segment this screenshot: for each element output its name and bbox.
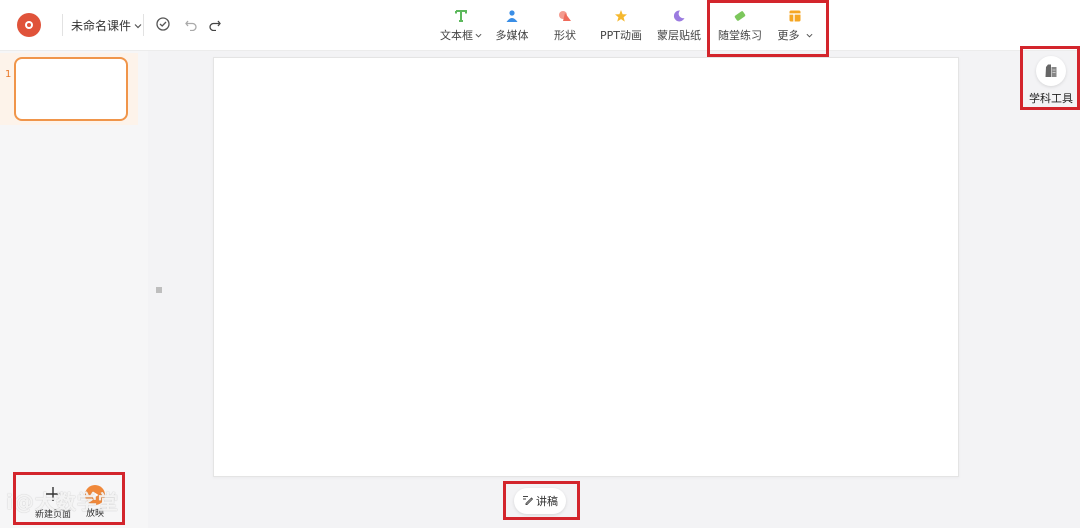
exercise-label: 随堂练习	[718, 29, 762, 42]
sticker-icon	[672, 9, 686, 23]
chevron-down-icon	[806, 33, 812, 38]
new-page-button[interactable]: 新建页面	[31, 485, 75, 520]
multimedia-icon	[505, 9, 519, 23]
speaker-notes-button[interactable]: 讲稿	[514, 488, 566, 514]
chevron-down-icon	[134, 19, 142, 33]
more-icon	[788, 9, 802, 23]
document-title: 未命名课件	[71, 19, 132, 33]
more-tool[interactable]: 更多	[764, 9, 826, 45]
slide-thumbnail-row[interactable]: 1	[0, 53, 138, 125]
play-icon	[85, 485, 105, 505]
ppt-animation-tool[interactable]: PPT动画	[590, 9, 652, 45]
play-label: 放映	[85, 509, 104, 519]
text-icon	[454, 9, 468, 23]
exercise-icon	[733, 9, 747, 23]
notes-edit-icon	[522, 494, 534, 508]
animation-icon	[614, 9, 628, 23]
slide-number: 1	[5, 69, 12, 80]
app-logo-icon[interactable]	[17, 13, 41, 37]
redo-icon[interactable]	[207, 16, 223, 32]
undo-icon[interactable]	[183, 16, 199, 32]
ppt-animation-label: PPT动画	[600, 29, 642, 42]
subject-tools-button[interactable]: 学科工具	[1026, 56, 1076, 106]
shape-icon	[558, 9, 572, 23]
subject-tools-label: 学科工具	[1029, 92, 1073, 105]
textbox-label: 文本框	[440, 29, 473, 42]
save-check-icon[interactable]	[155, 16, 171, 32]
shape-tool[interactable]: 形状	[534, 9, 596, 45]
sticker-label: 蒙层贴纸	[657, 29, 701, 42]
new-page-label: 新建页面	[34, 510, 71, 520]
multimedia-label: 多媒体	[495, 29, 529, 42]
slide-actions: 新建页面 放映	[0, 475, 148, 528]
more-label: 更多	[777, 29, 800, 42]
sticker-tool[interactable]: 蒙层贴纸	[648, 9, 710, 45]
slide-thumbnail[interactable]	[14, 57, 128, 121]
panel-collapse-icon[interactable]	[154, 285, 164, 295]
divider	[62, 14, 63, 36]
subject-tools-icon	[1036, 56, 1066, 86]
document-title-dropdown[interactable]: 未命名课件	[71, 17, 142, 34]
top-toolbar: 未命名课件 文本框 多媒体 形状 PPT动画 蒙层贴纸 随堂练习 更多	[0, 0, 1080, 51]
shape-label: 形状	[554, 29, 576, 42]
exercise-tool[interactable]: 随堂练习	[709, 9, 771, 45]
notes-label: 讲稿	[536, 495, 558, 508]
play-button[interactable]: 放映	[73, 485, 117, 519]
plus-icon	[44, 485, 62, 506]
slide-thumbnail-panel: 1 新建页面 放映	[0, 51, 148, 528]
slide-canvas[interactable]	[213, 57, 959, 477]
divider	[143, 14, 144, 36]
